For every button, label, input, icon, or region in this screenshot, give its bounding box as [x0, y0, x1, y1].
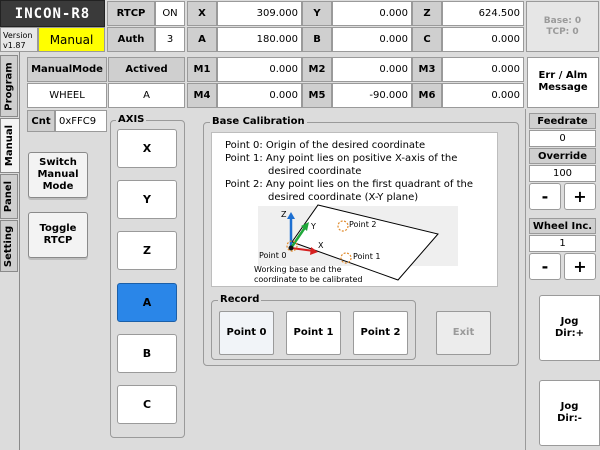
base-tcp-status: Base: 0 TCP: 0	[526, 1, 599, 52]
cnt-value: 0xFFC9	[55, 110, 107, 132]
tab-manual-label: Manual	[4, 124, 16, 167]
tab-program[interactable]: Program	[0, 55, 18, 117]
tab-panel-label: Panel	[3, 180, 15, 213]
feedrate-label: Feedrate	[529, 113, 596, 129]
a-label: A	[187, 27, 217, 52]
tab-panel[interactable]: Panel	[0, 174, 18, 219]
switch-manual-mode-label: Switch Manual Mode	[37, 157, 79, 192]
axis-button-x[interactable]: X	[117, 129, 177, 168]
calibration-instructions: Point 0: Origin of the desired coordinat…	[225, 139, 495, 204]
override-value: 100	[529, 165, 596, 182]
b-label: B	[302, 27, 332, 52]
rtcp-label: RTCP	[107, 1, 155, 26]
m4-value: 0.000	[217, 83, 302, 108]
diagram-caption: Working base and the coordinate to be ca…	[254, 265, 363, 284]
tab-content-border	[19, 52, 20, 450]
switch-manual-mode-button[interactable]: Switch Manual Mode	[28, 152, 88, 198]
wheel-inc-plus-button[interactable]: +	[564, 253, 596, 280]
diagram-label-y: Y	[311, 222, 316, 231]
axis-group-title: AXIS	[116, 114, 147, 125]
c-value: 0.000	[442, 27, 524, 52]
z-value: 624.500	[442, 1, 524, 26]
tab-manual[interactable]: Manual	[0, 118, 20, 173]
cnt-label: Cnt	[27, 110, 55, 132]
record-point1-button[interactable]: Point 1	[286, 311, 341, 355]
override-plus-button[interactable]: +	[564, 183, 596, 210]
wheel-inc-minus-button[interactable]: -	[529, 253, 561, 280]
m1-label: M1	[187, 57, 217, 82]
z-label: Z	[412, 1, 442, 26]
m3-label: M3	[412, 57, 442, 82]
y-value: 0.000	[332, 1, 412, 26]
b-value: 0.000	[332, 27, 412, 52]
err-alm-message-button[interactable]: Err / Alm Message	[527, 57, 599, 108]
tab-setting-label: Setting	[3, 225, 15, 267]
m6-value: 0.000	[442, 83, 524, 108]
instruction-point2-cont: desired coordinate (X-Y plane)	[268, 192, 419, 203]
instruction-point0: Point 0: Origin of the desired coordinat…	[225, 140, 426, 151]
m2-value: 0.000	[332, 57, 412, 82]
app-title-box: INCON-R8	[0, 0, 105, 27]
m2-label: M2	[302, 57, 332, 82]
version-label: Version v1.87	[0, 27, 38, 52]
y-label: Y	[302, 1, 332, 26]
diagram-label-point0: Point 0	[259, 251, 287, 260]
jog-dir-minus-label: Jog Dir:-	[557, 401, 582, 424]
m3-value: 0.000	[442, 57, 524, 82]
tab-setting[interactable]: Setting	[0, 220, 18, 272]
diagram-label-point2: Point 2	[349, 220, 377, 229]
instruction-point1-cont: desired coordinate	[268, 166, 362, 177]
auth-label: Auth	[107, 27, 155, 52]
actived-label: Actived	[108, 57, 185, 82]
a-value: 180.000	[217, 27, 302, 52]
m5-value: -90.000	[332, 83, 412, 108]
feedrate-value: 0	[529, 130, 596, 147]
axis-button-y[interactable]: Y	[117, 180, 177, 219]
rtcp-value: ON	[155, 1, 185, 26]
manual-mode-value: WHEEL	[27, 83, 107, 108]
tab-program-label: Program	[3, 61, 15, 111]
diagram-label-z: Z	[281, 210, 287, 219]
axis-button-a[interactable]: A	[117, 283, 177, 322]
c-label: C	[412, 27, 442, 52]
jog-dir-plus-button[interactable]: Jog Dir:+	[539, 295, 600, 361]
m6-label: M6	[412, 83, 442, 108]
base-calibration-title: Base Calibration	[210, 116, 307, 127]
jog-dir-minus-button[interactable]: Jog Dir:-	[539, 380, 600, 446]
actived-value: A	[108, 83, 185, 108]
jog-dir-plus-label: Jog Dir:+	[554, 316, 585, 339]
wheel-inc-label: Wheel Inc.	[529, 218, 596, 234]
manual-mode-label: ManualMode	[27, 57, 107, 82]
m4-label: M4	[187, 83, 217, 108]
instruction-point1: Point 1: Any point lies on positive X-ax…	[225, 153, 458, 164]
toggle-rtcp-label: Toggle RTCP	[39, 223, 77, 246]
app-title: INCON-R8	[14, 5, 91, 22]
m1-value: 0.000	[217, 57, 302, 82]
axis-button-z[interactable]: Z	[117, 231, 177, 270]
axis-button-c[interactable]: C	[117, 385, 177, 424]
toggle-rtcp-button[interactable]: Toggle RTCP	[28, 212, 88, 258]
x-value: 309.000	[217, 1, 302, 26]
wheel-inc-value: 1	[529, 235, 596, 252]
exit-button[interactable]: Exit	[436, 311, 491, 355]
diagram-label-x: X	[318, 241, 324, 250]
m5-label: M5	[302, 83, 332, 108]
instruction-point2: Point 2: Any point lies on the first qua…	[225, 179, 473, 190]
x-label: X	[187, 1, 217, 26]
override-label: Override	[529, 148, 596, 164]
diagram-label-point1: Point 1	[353, 252, 381, 261]
record-group-title: Record	[218, 294, 262, 305]
auth-value: 3	[155, 27, 185, 52]
axis-button-b[interactable]: B	[117, 334, 177, 373]
record-point2-button[interactable]: Point 2	[353, 311, 408, 355]
mode-indicator: Manual	[38, 27, 105, 52]
record-point0-button[interactable]: Point 0	[219, 311, 274, 355]
override-minus-button[interactable]: -	[529, 183, 561, 210]
